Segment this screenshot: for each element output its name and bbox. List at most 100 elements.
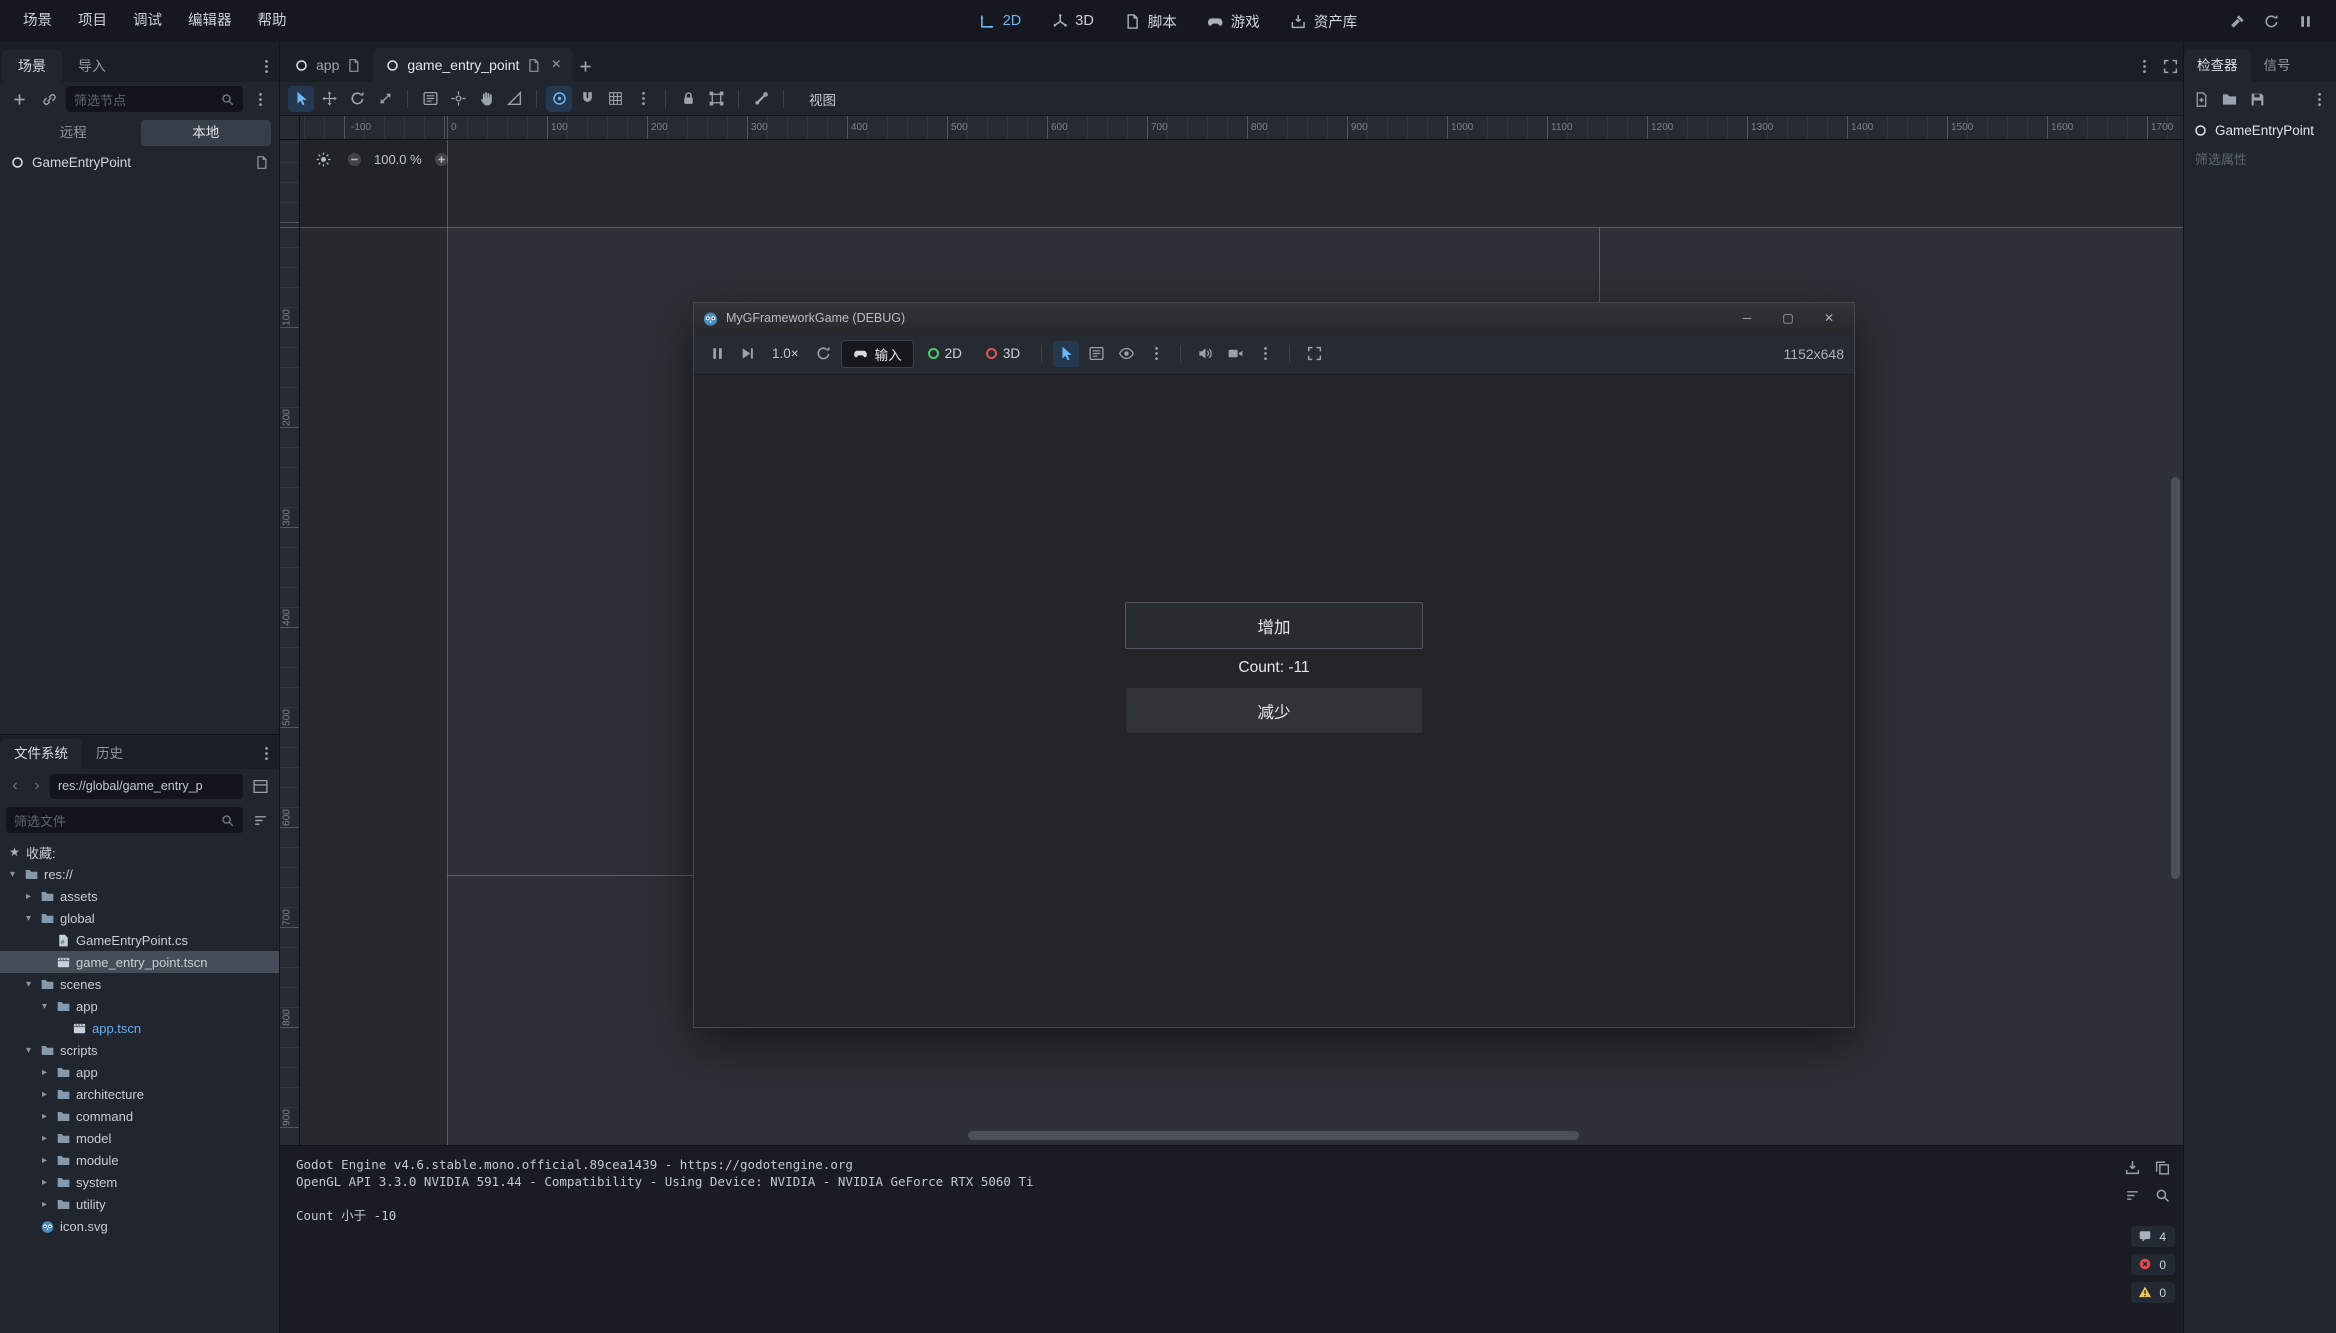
file-row-scripts[interactable]: ▾scripts [0, 1039, 279, 1061]
embed-options-button[interactable] [1301, 341, 1327, 367]
center-view-icon[interactable] [312, 148, 334, 170]
menu-help[interactable]: 帮助 [245, 0, 300, 42]
inspector-menu-button[interactable] [2306, 86, 2332, 112]
load-resource-button[interactable] [2216, 86, 2242, 112]
file-row-system[interactable]: ▸system [0, 1171, 279, 1193]
tab-signals[interactable]: 信号 [2251, 50, 2304, 82]
messages-badge[interactable]: 4 [2131, 1226, 2175, 1247]
errors-badge[interactable]: 0 [2131, 1254, 2175, 1275]
add-node-button[interactable] [6, 86, 32, 112]
reset-speed-button[interactable] [811, 341, 837, 367]
tab-filesystem[interactable]: 文件系统 [0, 739, 82, 769]
snap-menu-button[interactable] [630, 86, 656, 112]
pick-list-button[interactable] [1083, 341, 1109, 367]
scene-tree-menu-button[interactable] [247, 86, 273, 112]
camera-override-button[interactable] [1222, 341, 1248, 367]
build-button[interactable] [2224, 8, 2250, 34]
pause-game-button[interactable] [704, 341, 730, 367]
workspace-game[interactable]: 游戏 [1207, 11, 1260, 32]
nav-forward-button[interactable]: › [28, 777, 46, 795]
menu-editor[interactable]: 编辑器 [175, 0, 245, 42]
input-mode-button[interactable]: 输入 [841, 340, 914, 368]
visibility-button[interactable] [1113, 341, 1139, 367]
scale-tool-button[interactable] [372, 86, 398, 112]
ruler-tool-button[interactable] [501, 86, 527, 112]
local-tab[interactable]: 本地 [141, 120, 272, 146]
pan-tool-button[interactable] [473, 86, 499, 112]
increase-button[interactable]: 增加 [1125, 602, 1423, 649]
expand-arrow-icon[interactable]: ▾ [6, 869, 19, 880]
expand-arrow-icon[interactable]: ▸ [38, 1155, 51, 1166]
pause-button[interactable] [2292, 8, 2318, 34]
scene-dock-menu-icon[interactable] [253, 53, 279, 79]
mute-audio-button[interactable] [1192, 341, 1218, 367]
workspace-assetlib[interactable]: 资产库 [1290, 11, 1358, 32]
nav-back-button[interactable]: ‹ [6, 777, 24, 795]
instance-scene-button[interactable] [36, 86, 62, 112]
file-row-icon.svg[interactable]: icon.svg [0, 1215, 279, 1237]
zoom-out-button[interactable] [343, 148, 365, 170]
game-viewport[interactable]: 增加 Count: -11 减少 [694, 375, 1854, 1027]
expand-arrow-icon[interactable]: ▾ [22, 913, 35, 924]
favorites-row[interactable]: ★ 收藏: [0, 841, 279, 863]
file-row-app[interactable]: ▾app [0, 995, 279, 1017]
remote-tab[interactable]: 远程 [8, 120, 139, 146]
zoom-level[interactable]: 100.0 % [374, 152, 422, 167]
close-tab-icon[interactable]: × [551, 56, 560, 74]
workspace-3d[interactable]: 3D [1051, 13, 1094, 30]
expand-arrow-icon[interactable]: ▸ [38, 1199, 51, 1210]
scene-tab-app[interactable]: app [282, 48, 373, 82]
lock-selected-button[interactable] [675, 86, 701, 112]
current-path-field[interactable]: res://global/game_entry_p [50, 774, 243, 799]
file-row-module[interactable]: ▸module [0, 1149, 279, 1171]
attached-script-icon[interactable] [254, 155, 269, 170]
file-row-game_entry_point.tscn[interactable]: game_entry_point.tscn [0, 951, 279, 973]
expand-arrow-icon[interactable]: ▾ [22, 1045, 35, 1056]
file-row-global[interactable]: ▾global [0, 907, 279, 929]
vertical-scrollbar[interactable] [2171, 477, 2180, 879]
restart-button[interactable] [2258, 8, 2284, 34]
next-frame-button[interactable] [734, 341, 760, 367]
save-output-button[interactable] [2119, 1154, 2145, 1180]
select-tool-button[interactable] [288, 86, 314, 112]
expand-arrow-icon[interactable]: ▸ [38, 1177, 51, 1188]
file-row-assets[interactable]: ▸assets [0, 885, 279, 907]
smart-snap-toggle[interactable] [546, 86, 572, 112]
search-output-button[interactable] [2149, 1182, 2175, 1208]
expand-arrow-icon[interactable]: ▾ [22, 979, 35, 990]
decrease-button[interactable]: 减少 [1125, 687, 1423, 734]
file-row-architecture[interactable]: ▸architecture [0, 1083, 279, 1105]
filter-properties-input[interactable]: 筛选属性 [2184, 145, 2336, 172]
tab-inspector[interactable]: 检查器 [2184, 50, 2251, 82]
close-button[interactable]: ✕ [1812, 311, 1846, 325]
file-row-command[interactable]: ▸command [0, 1105, 279, 1127]
tab-import[interactable]: 导入 [62, 50, 122, 82]
snap-options-button[interactable] [602, 86, 628, 112]
expand-arrow-icon[interactable]: ▸ [38, 1089, 51, 1100]
view-menu-button[interactable]: 视图 [801, 89, 844, 109]
zoom-in-button[interactable] [431, 148, 453, 170]
list-select-tool-button[interactable] [417, 86, 443, 112]
maximize-button[interactable]: ▢ [1771, 311, 1805, 325]
sort-files-button[interactable] [247, 807, 273, 833]
pivot-tool-button[interactable] [445, 86, 471, 112]
menu-scene[interactable]: 场景 [10, 0, 65, 42]
group-selected-button[interactable] [703, 86, 729, 112]
game-window-titlebar[interactable]: MyGFrameworkGame (DEBUG) ─ ▢ ✕ [694, 303, 1854, 333]
new-scene-tab-button[interactable] [573, 53, 599, 79]
grid-snap-toggle[interactable] [574, 86, 600, 112]
copy-output-button[interactable] [2149, 1154, 2175, 1180]
expand-arrow-icon[interactable]: ▸ [22, 891, 35, 902]
expand-arrow-icon[interactable]: ▸ [38, 1133, 51, 1144]
pick-options-menu[interactable] [1143, 341, 1169, 367]
game-window[interactable]: MyGFrameworkGame (DEBUG) ─ ▢ ✕ 1.0× 输入 [693, 302, 1855, 1028]
file-row-model[interactable]: ▸model [0, 1127, 279, 1149]
filter-files-input[interactable]: 筛选文件 [6, 807, 243, 833]
speed-select[interactable]: 1.0× [764, 346, 807, 361]
file-row-scenes[interactable]: ▾scenes [0, 973, 279, 995]
workspace-2d[interactable]: 2D [979, 13, 1022, 30]
file-row-app.tscn[interactable]: app.tscn [0, 1017, 279, 1039]
horizontal-scrollbar[interactable] [968, 1131, 1579, 1140]
expand-arrow-icon[interactable]: ▾ [38, 1001, 51, 1012]
file-row-utility[interactable]: ▸utility [0, 1193, 279, 1215]
